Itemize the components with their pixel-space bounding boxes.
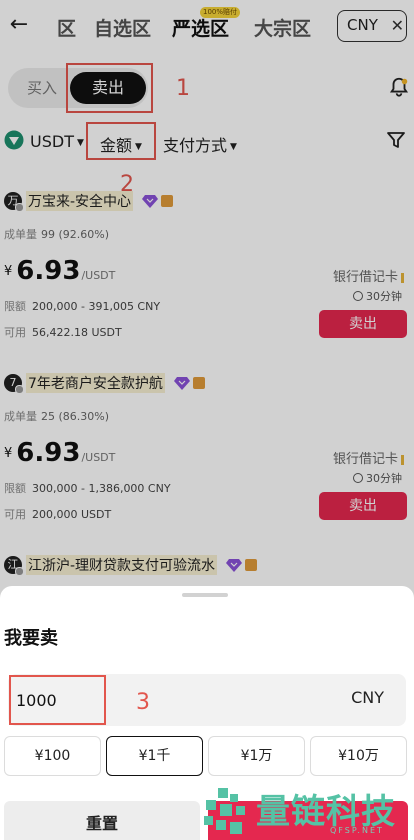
drag-handle[interactable] <box>182 593 228 597</box>
amount-presets: ¥100 ¥1千 ¥1万 ¥10万 <box>0 736 414 778</box>
amount-currency: CNY <box>351 688 384 707</box>
sheet-title: 我要卖 <box>4 628 58 649</box>
preset-10k[interactable]: ¥1万 <box>208 736 305 776</box>
watermark: 量链科技 QFSP.NET <box>200 782 414 840</box>
preset-1k[interactable]: ¥1千 <box>106 736 203 776</box>
preset-100k[interactable]: ¥10万 <box>310 736 407 776</box>
annotation-box-3 <box>9 675 106 725</box>
watermark-logo-icon <box>204 788 245 834</box>
reset-button[interactable]: 重置 <box>4 801 200 840</box>
annotation-number-3: 3 <box>136 690 150 715</box>
preset-100[interactable]: ¥100 <box>4 736 101 776</box>
watermark-subtext: QFSP.NET <box>330 826 384 835</box>
